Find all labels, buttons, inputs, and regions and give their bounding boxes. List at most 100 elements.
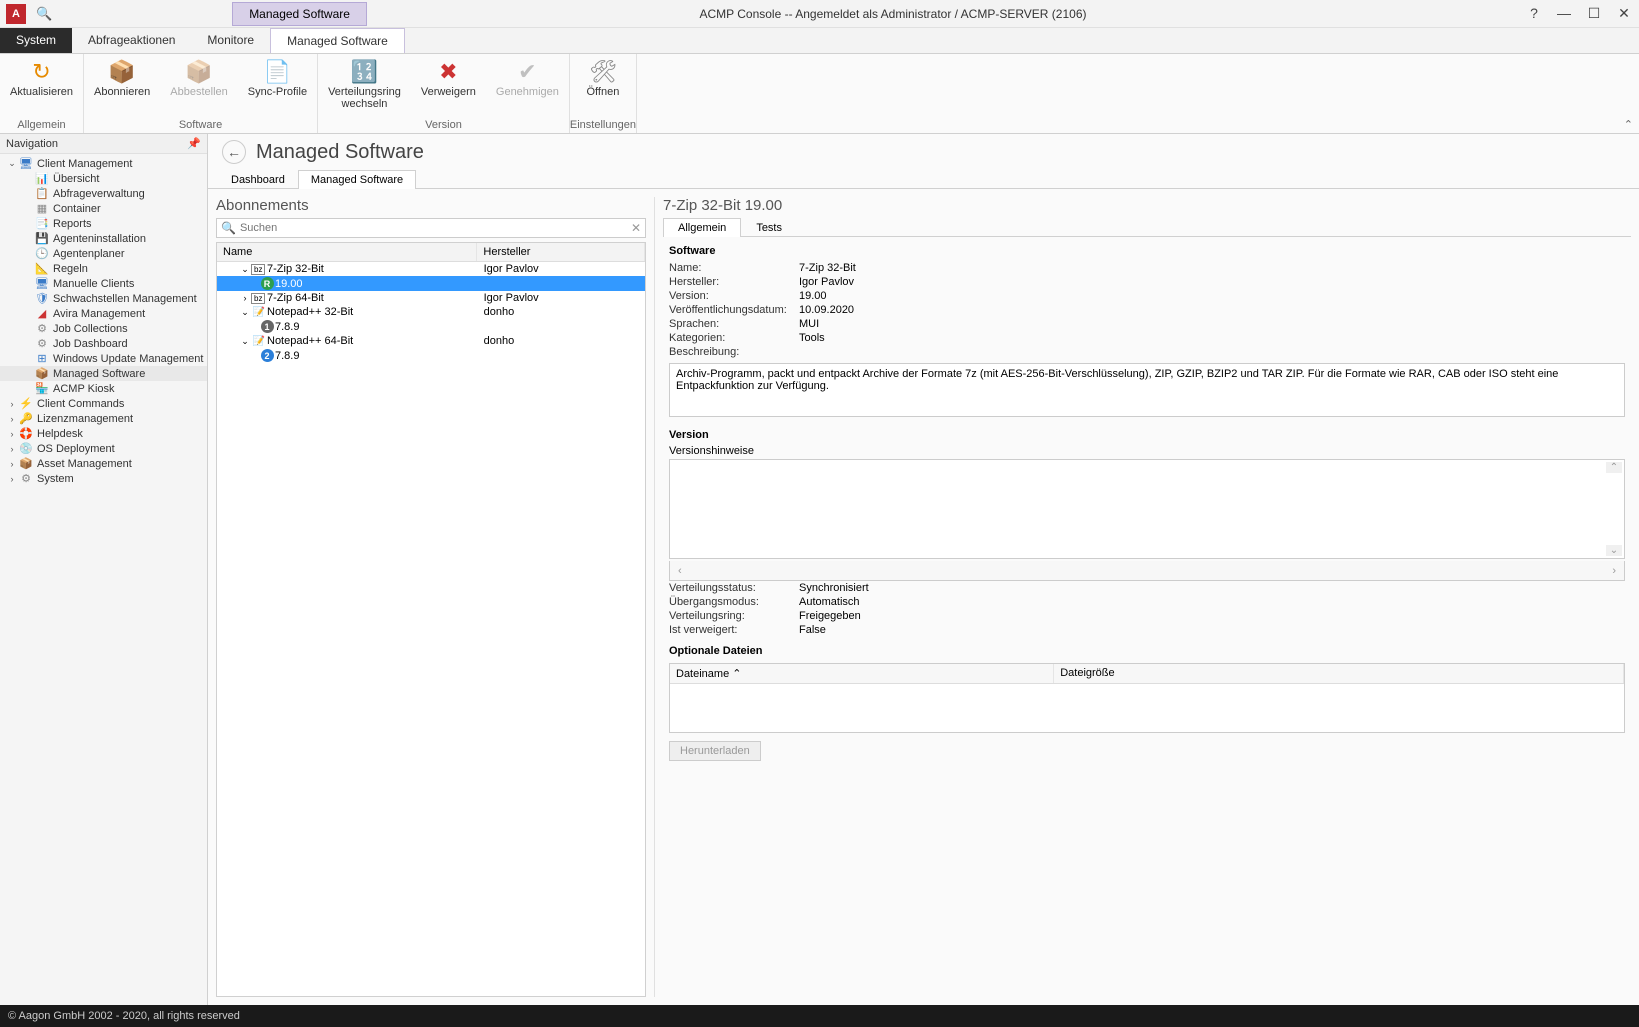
tab-monitore[interactable]: Monitore bbox=[191, 28, 270, 53]
sync-profile-icon: 📄 bbox=[264, 58, 291, 86]
tree-agenteninstallation[interactable]: 💾Agenteninstallation bbox=[0, 231, 207, 246]
tree-client-management[interactable]: ⌄🖥Client Management bbox=[0, 156, 207, 171]
minimize-icon[interactable]: — bbox=[1549, 5, 1579, 22]
tree-lizenzmanagement[interactable]: ›🔑Lizenzmanagement bbox=[0, 411, 207, 426]
value-uebergang: Automatisch bbox=[799, 596, 1625, 608]
tree-container[interactable]: ▦Container bbox=[0, 201, 207, 216]
value-verdatum: 10.09.2020 bbox=[799, 304, 1625, 316]
tree-asset-management[interactable]: ›📦Asset Management bbox=[0, 456, 207, 471]
os-deploy-icon: 💿 bbox=[18, 442, 34, 455]
ribbon-group-allgemein: Allgemein bbox=[17, 119, 65, 133]
tree-manuelle-clients[interactable]: 🖥Manuelle Clients bbox=[0, 276, 207, 291]
label-vring: Verteilungsring: bbox=[669, 610, 799, 622]
page-tab-dashboard[interactable]: Dashboard bbox=[218, 170, 298, 189]
agent-planner-icon: 🕒 bbox=[34, 247, 50, 260]
row-notepad-32[interactable]: ⌄📝Notepad++ 32-Bit donho bbox=[217, 305, 645, 319]
help-icon[interactable]: ? bbox=[1519, 5, 1549, 22]
label-hersteller: Hersteller: bbox=[669, 276, 799, 288]
label-versionshinweise: Versionshinweise bbox=[663, 445, 1631, 457]
maximize-icon[interactable]: ☐ bbox=[1579, 5, 1609, 22]
license-icon: 🔑 bbox=[18, 412, 34, 425]
abonnements-title: Abonnements bbox=[216, 197, 646, 214]
clear-search-icon[interactable]: ✕ bbox=[631, 221, 641, 235]
abonnements-pane: Abonnements 🔍 ✕ Name Hersteller ⌄bz7-Zip… bbox=[216, 197, 646, 997]
avira-icon: ◢ bbox=[34, 307, 50, 320]
ribbon-oeffnen[interactable]: 🛠 Öffnen bbox=[573, 54, 633, 119]
versionshinweise-box[interactable]: ⌃ ⌄ bbox=[669, 459, 1625, 559]
next-icon[interactable]: › bbox=[1612, 565, 1616, 577]
job-dashboard-icon: ⚙ bbox=[34, 337, 50, 350]
ribbon-verteilungsring[interactable]: 🔢 Verteilungsring wechseln bbox=[318, 54, 411, 119]
label-sprachen: Sprachen: bbox=[669, 318, 799, 330]
scroll-down-icon[interactable]: ⌄ bbox=[1606, 545, 1622, 556]
col-name[interactable]: Name bbox=[217, 243, 477, 261]
client-mgmt-icon: 🖥 bbox=[18, 157, 34, 170]
detail-tab-tests[interactable]: Tests bbox=[741, 218, 797, 237]
tree-reports[interactable]: 📑Reports bbox=[0, 216, 207, 231]
col-hersteller[interactable]: Hersteller bbox=[477, 243, 645, 261]
col-dateiname[interactable]: Dateiname ⌃ bbox=[670, 664, 1054, 683]
ribbon-aktualisieren[interactable]: ↻ Aktualisieren bbox=[0, 54, 83, 119]
vuln-icon: 🛡 bbox=[34, 292, 50, 305]
ribbon-abbestellen: 📦 Abbestellen bbox=[160, 54, 238, 119]
search-icon[interactable]: 🔍 bbox=[36, 6, 52, 22]
tree-os-deployment[interactable]: ›💿OS Deployment bbox=[0, 441, 207, 456]
tab-system[interactable]: System bbox=[0, 28, 72, 53]
title-bar: A 🔍 Managed Software ACMP Console -- Ang… bbox=[0, 0, 1639, 28]
ribbon-collapse-icon[interactable]: ⌃ bbox=[1624, 118, 1633, 131]
tab-managed-software[interactable]: Managed Software bbox=[270, 28, 405, 53]
tree-uebersicht[interactable]: 📊Übersicht bbox=[0, 171, 207, 186]
tab-abfrageaktionen[interactable]: Abfrageaktionen bbox=[72, 28, 191, 53]
ribbon-genehmigen: ✔ Genehmigen bbox=[486, 54, 569, 119]
tree-abfrageverwaltung[interactable]: 📋Abfrageverwaltung bbox=[0, 186, 207, 201]
back-button[interactable]: ← bbox=[222, 140, 246, 164]
label-uebergang: Übergangsmodus: bbox=[669, 596, 799, 608]
ribbon: ↻ Aktualisieren Allgemein 📦 Abonnieren 📦… bbox=[0, 54, 1639, 134]
row-7zip-32[interactable]: ⌄bz7-Zip 32-Bit Igor Pavlov bbox=[217, 262, 645, 276]
pin-icon[interactable]: 📌 bbox=[187, 137, 201, 150]
detail-tab-allgemein[interactable]: Allgemein bbox=[663, 218, 741, 237]
search-box[interactable]: 🔍 ✕ bbox=[216, 218, 646, 238]
client-commands-icon: ⚡ bbox=[18, 397, 34, 410]
detail-pane: 7-Zip 32-Bit 19.00 Allgemein Tests Softw… bbox=[654, 197, 1631, 997]
tree-job-dashboard[interactable]: ⚙Job Dashboard bbox=[0, 336, 207, 351]
tree-agentenplaner[interactable]: 🕒Agentenplaner bbox=[0, 246, 207, 261]
close-icon[interactable]: ✕ bbox=[1609, 5, 1639, 22]
row-7zip-32-1900[interactable]: R19.00 bbox=[217, 276, 645, 291]
row-notepad-64-789[interactable]: 27.8.9 bbox=[217, 348, 645, 363]
tree-helpdesk[interactable]: ›🛟Helpdesk bbox=[0, 426, 207, 441]
tree-acmp-kiosk[interactable]: 🏪ACMP Kiosk bbox=[0, 381, 207, 396]
tree-avira[interactable]: ◢Avira Management bbox=[0, 306, 207, 321]
tree-windows-update[interactable]: ⊞Windows Update Management bbox=[0, 351, 207, 366]
row-7zip-64[interactable]: ›bz7-Zip 64-Bit Igor Pavlov bbox=[217, 291, 645, 305]
page-tabs: Dashboard Managed Software bbox=[208, 170, 1639, 189]
row-notepad-64[interactable]: ⌄📝Notepad++ 64-Bit donho bbox=[217, 334, 645, 348]
tree-managed-software[interactable]: 📦Managed Software bbox=[0, 366, 207, 381]
search-input[interactable] bbox=[240, 222, 631, 234]
tree-job-collections[interactable]: ⚙Job Collections bbox=[0, 321, 207, 336]
label-name: Name: bbox=[669, 262, 799, 274]
col-dateigroesse[interactable]: Dateigröße bbox=[1054, 664, 1624, 683]
prev-icon[interactable]: ‹ bbox=[678, 565, 682, 577]
ribbon-abonnieren[interactable]: 📦 Abonnieren bbox=[84, 54, 160, 119]
distribution-ring-icon: 🔢 bbox=[351, 58, 378, 86]
row-notepad-32-789[interactable]: 17.8.9 bbox=[217, 319, 645, 334]
sort-asc-icon: ⌃ bbox=[732, 668, 741, 680]
download-button[interactable]: Herunterladen bbox=[669, 741, 761, 761]
status-bar: © Aagon GmbH 2002 - 2020, all rights res… bbox=[0, 1005, 1639, 1027]
scroll-up-icon[interactable]: ⌃ bbox=[1606, 462, 1622, 473]
tree-client-commands[interactable]: ›⚡Client Commands bbox=[0, 396, 207, 411]
tree-system[interactable]: ›⚙System bbox=[0, 471, 207, 486]
tree-regeln[interactable]: 📐Regeln bbox=[0, 261, 207, 276]
refresh-icon: ↻ bbox=[32, 58, 50, 86]
unsubscribe-icon: 📦 bbox=[185, 58, 212, 86]
asset-icon: 📦 bbox=[18, 457, 34, 470]
ribbon-verweigern[interactable]: ✖ Verweigern bbox=[411, 54, 486, 119]
notes-nav: ‹ › bbox=[669, 561, 1625, 581]
navigation-tree: ⌄🖥Client Management 📊Übersicht 📋Abfragev… bbox=[0, 154, 207, 1005]
reports-icon: 📑 bbox=[34, 217, 50, 230]
abonnements-grid: Name Hersteller ⌄bz7-Zip 32-Bit Igor Pav… bbox=[216, 242, 646, 997]
page-tab-managed-software[interactable]: Managed Software bbox=[298, 170, 416, 189]
ribbon-sync-profile[interactable]: 📄 Sync-Profile bbox=[238, 54, 317, 119]
tree-schwachstellen[interactable]: 🛡Schwachstellen Management bbox=[0, 291, 207, 306]
